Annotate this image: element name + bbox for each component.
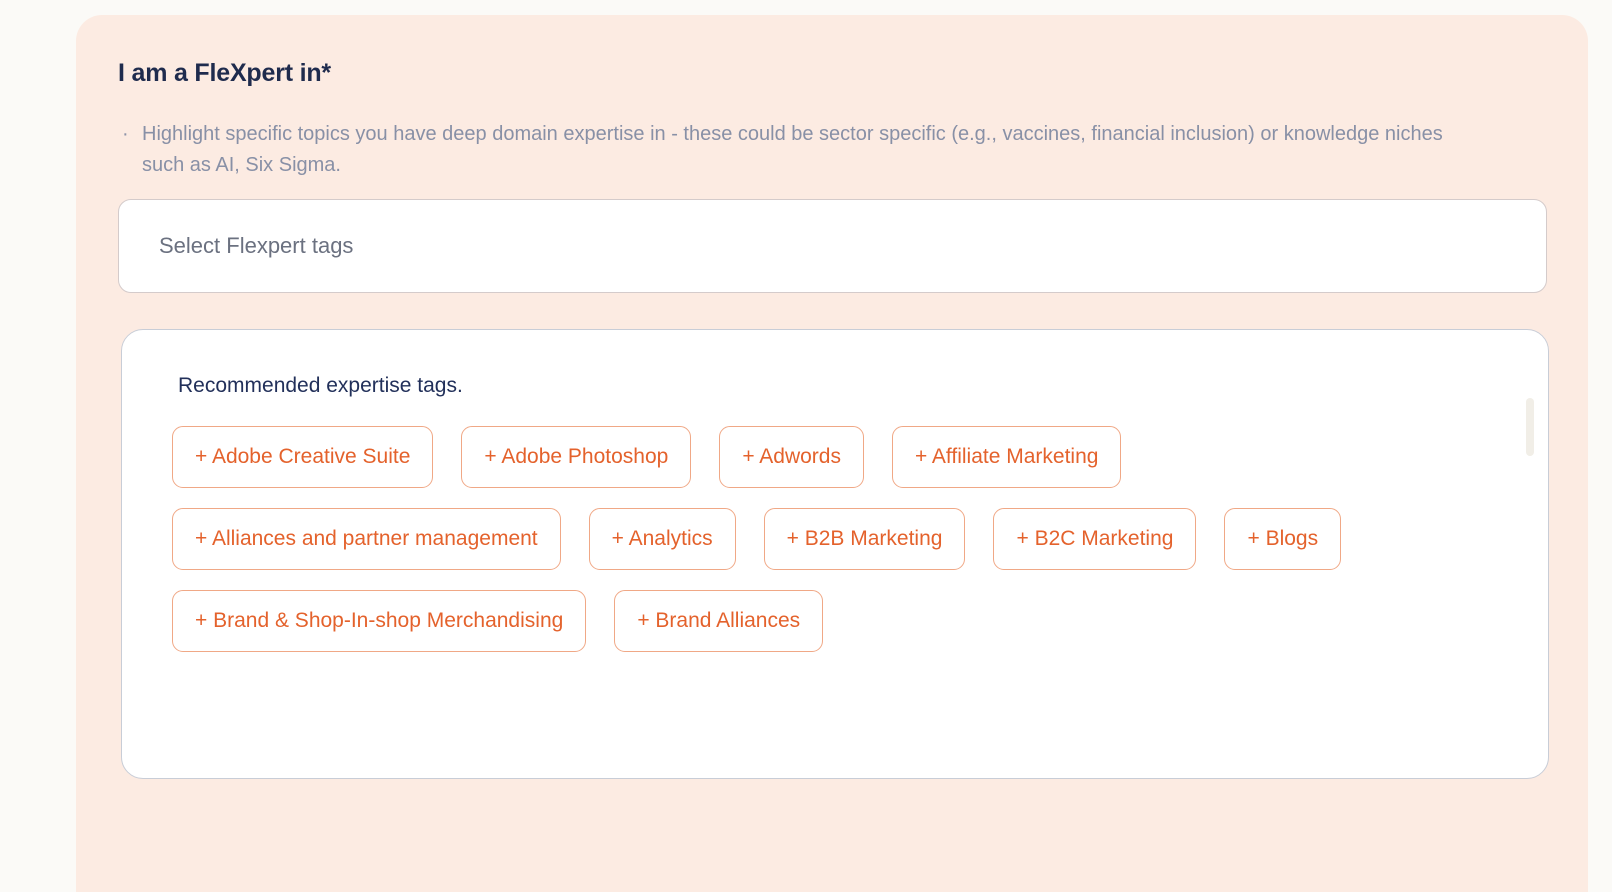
recommended-tags-title: Recommended expertise tags. bbox=[178, 374, 463, 397]
recommended-tag-chip[interactable]: + Alliances and partner management bbox=[172, 508, 561, 570]
recommended-tags-list: + Adobe Creative Suite + Adobe Photoshop +… bbox=[172, 426, 1462, 652]
recommended-tag-chip[interactable]: + Brand & Shop-In-shop Merchandising bbox=[172, 590, 587, 652]
recommended-tag-chip[interactable]: + Affiliate Marketing bbox=[891, 426, 1122, 488]
bullet-icon: · bbox=[122, 123, 129, 145]
panel-scrollbar-thumb[interactable] bbox=[1526, 398, 1534, 456]
recommended-tag-chip[interactable]: + Brand Alliances bbox=[614, 590, 824, 652]
flexpert-form-card: I am a FleXpert in* · Highlight specific… bbox=[76, 15, 1588, 892]
flexpert-tags-select[interactable]: Select Flexpert tags bbox=[118, 199, 1547, 293]
recommended-tag-chip[interactable]: + Adwords bbox=[719, 426, 864, 488]
recommended-tag-chip[interactable]: + Analytics bbox=[588, 508, 736, 570]
recommended-tag-chip[interactable]: + Blogs bbox=[1224, 508, 1342, 570]
recommended-tag-chip[interactable]: + Adobe Photoshop bbox=[461, 426, 692, 488]
page-title: I am a FleXpert in* bbox=[118, 59, 331, 87]
select-placeholder-label: Select Flexpert tags bbox=[159, 233, 354, 258]
helper-description: Highlight specific topics you have deep … bbox=[142, 123, 1443, 176]
recommended-tag-chip[interactable]: + B2C Marketing bbox=[993, 508, 1197, 570]
helper-text-row: · Highlight specific topics you have dee… bbox=[120, 119, 1520, 181]
recommended-tag-chip[interactable]: + Adobe Creative Suite bbox=[172, 426, 434, 488]
recommended-tag-chip[interactable]: + B2B Marketing bbox=[763, 508, 966, 570]
recommended-tags-panel: Recommended expertise tags. + Adobe Crea… bbox=[121, 329, 1549, 779]
